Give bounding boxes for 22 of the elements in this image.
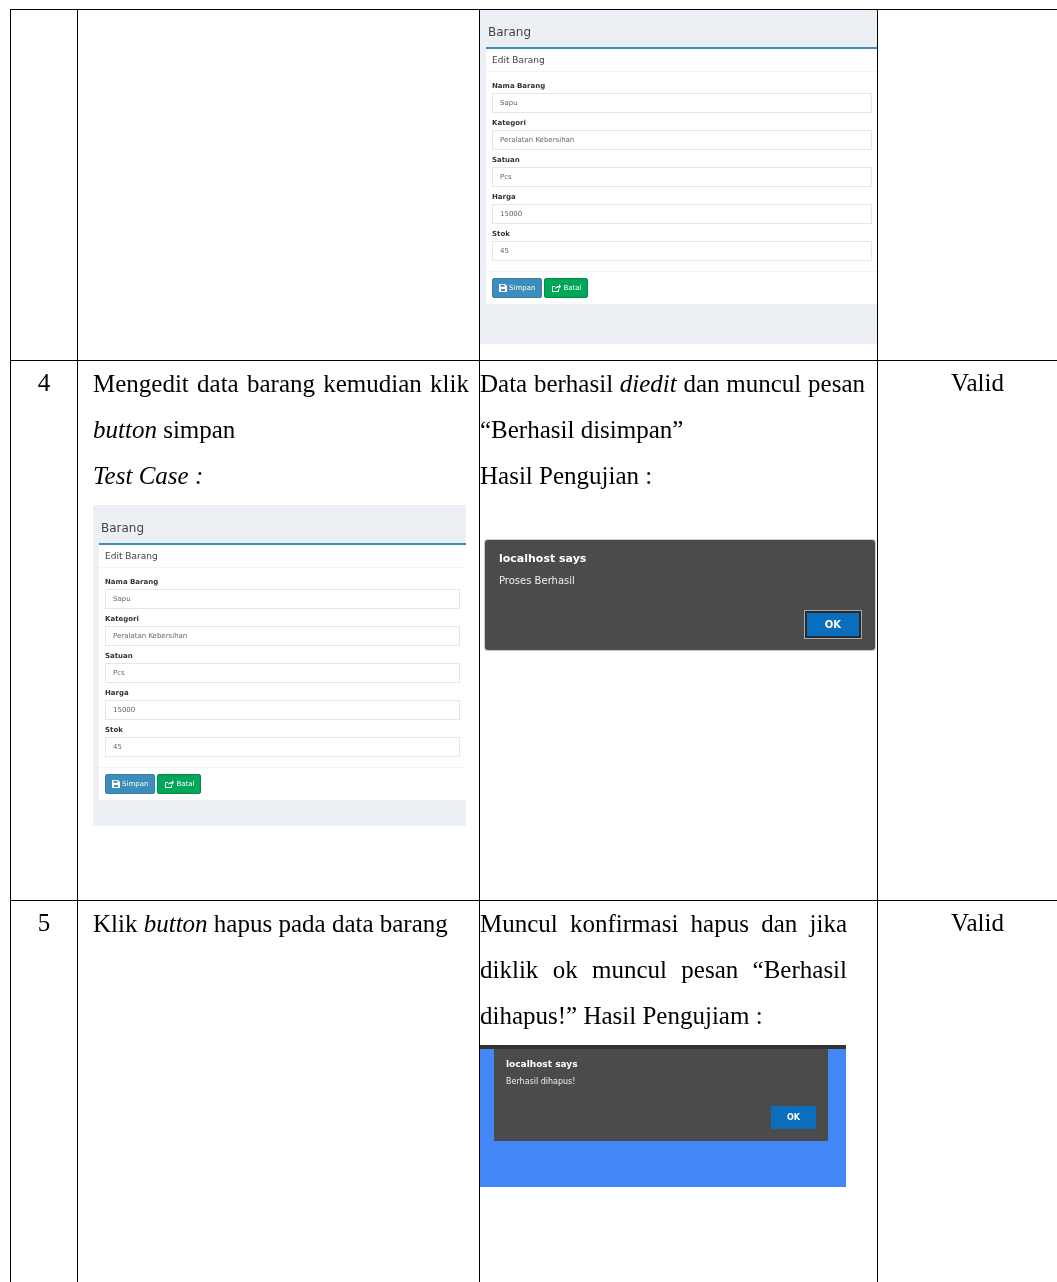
ok-button[interactable]: OK — [771, 1106, 816, 1129]
panel-title: Edit Barang — [486, 49, 877, 72]
section-label: Test Case : — [93, 461, 205, 491]
conclusion-text: Valid — [951, 909, 1004, 936]
page-title: Barang — [100, 520, 146, 537]
dialog-title: localhost says — [499, 552, 588, 565]
scenario-text: Klik button hapus pada data barang — [93, 909, 449, 939]
page-title: Barang — [487, 24, 533, 41]
share-arrow-icon — [164, 780, 175, 788]
ok-button[interactable]: OK — [806, 613, 859, 636]
share-arrow-icon — [551, 284, 562, 292]
conclusion-text: Valid — [951, 369, 1004, 396]
row-number: 4 — [37, 369, 51, 396]
dialog-message: Berhasil dihapus! — [506, 1077, 577, 1086]
expected-result-text: Data berhasil diedit dan muncul pesan “Berhasil disimpan” — [480, 369, 866, 445]
row-number: 5 — [37, 909, 51, 936]
expected-result-text: Hasil Pengujian : — [480, 461, 654, 491]
expected-result-text: Muncul konfirmasi hapus dan jika diklik ok muncul pesan “Berhasil dihapus!” Hasil Pengujiam : — [480, 909, 848, 1031]
dialog-message: Proses Berhasil — [499, 575, 576, 586]
dialog-title: localhost says — [506, 1059, 579, 1069]
panel-title: Edit Barang — [99, 545, 466, 568]
scenario-text: Mengedit data barang kemudian klik button simpan — [93, 369, 469, 445]
